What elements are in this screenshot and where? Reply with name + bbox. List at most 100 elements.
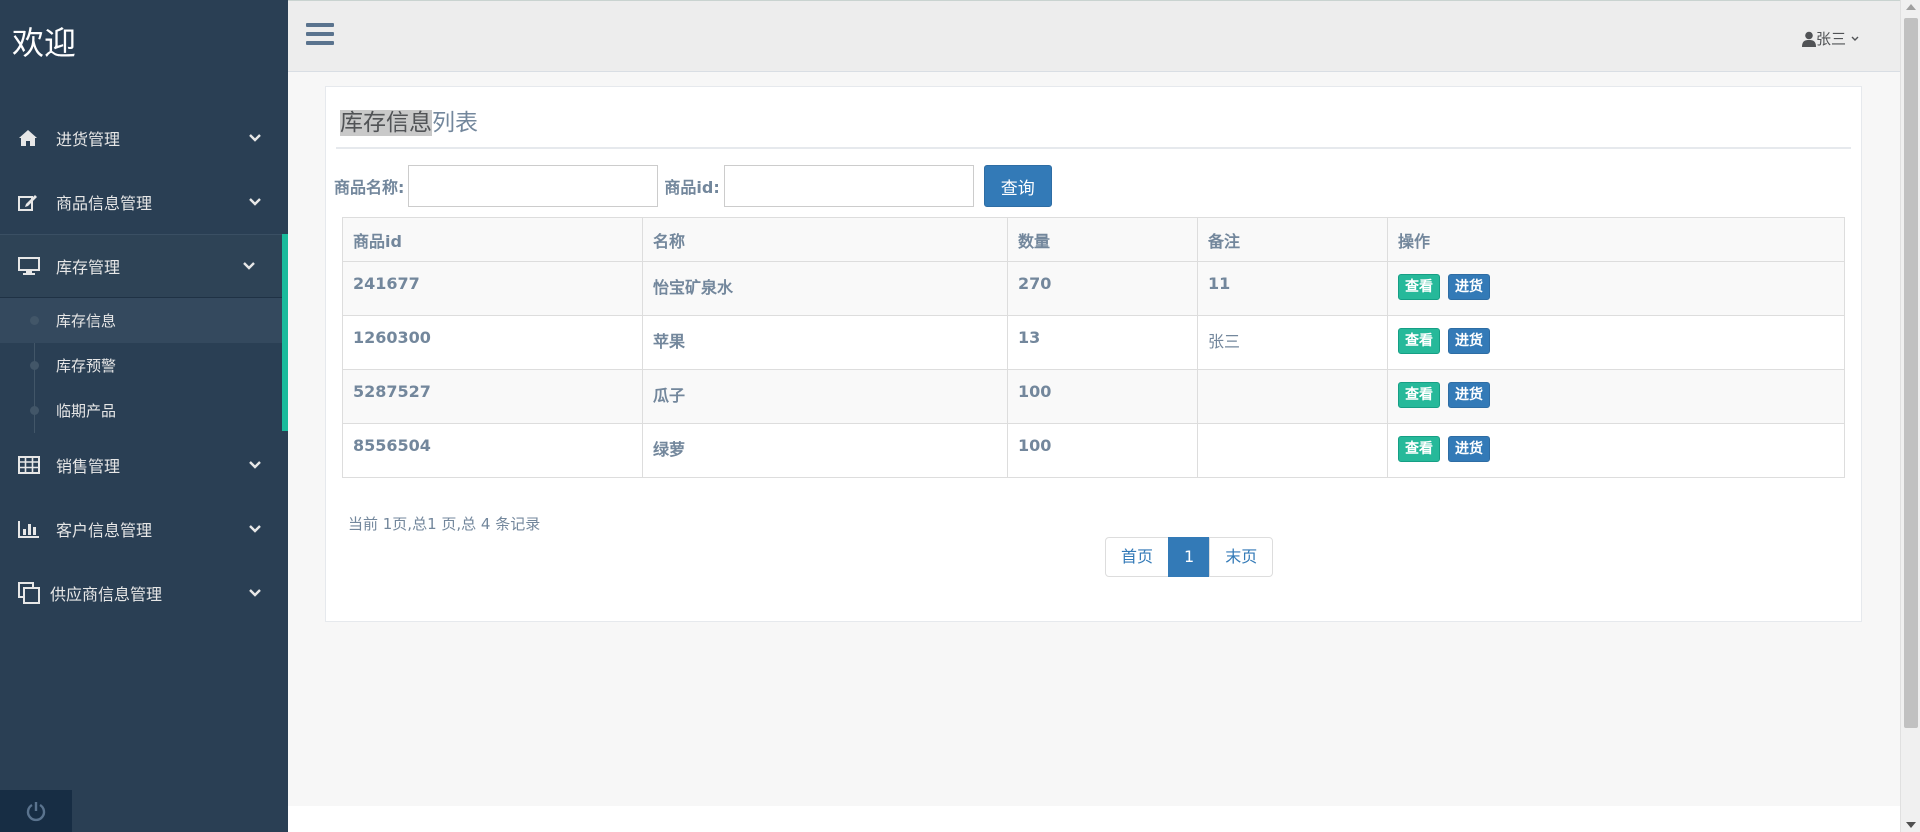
sidebar-item-label: 供应商信息管理 — [50, 585, 163, 604]
restock-button[interactable]: 进货 — [1448, 274, 1490, 300]
desktop-icon — [18, 255, 46, 277]
table-row: 241677 怡宝矿泉水 270 11 查看 进货 — [342, 261, 1845, 316]
inventory-panel: 库存信息列表 商品名称: 商品id: 查询 商品id 名称 数量 备注 操作 2… — [325, 86, 1862, 622]
product-id-label: 商品id: — [664, 178, 720, 197]
cell-id: 1260300 — [342, 315, 643, 370]
sidebar-item-purchase[interactable]: 进货管理 — [0, 106, 288, 170]
column-header-note: 备注 — [1197, 217, 1388, 262]
chevron-down-icon — [249, 461, 261, 469]
hamburger-icon — [306, 23, 334, 27]
edit-icon — [18, 191, 46, 213]
inventory-submenu: 库存信息 库存预警 临期产品 — [0, 298, 288, 433]
sidebar-item-label: 销售管理 — [56, 457, 121, 476]
page-button-current[interactable]: 1 — [1168, 537, 1211, 577]
sidebar-item-supplier-info[interactable]: 供应商信息管理 — [0, 561, 288, 625]
restock-button[interactable]: 进货 — [1448, 382, 1490, 408]
sidebar-item-product-info[interactable]: 商品信息管理 — [0, 170, 288, 234]
footer — [288, 806, 1900, 832]
view-button[interactable]: 查看 — [1398, 274, 1440, 300]
cell-id: 5287527 — [342, 369, 643, 424]
inventory-table: 商品id 名称 数量 备注 操作 241677 怡宝矿泉水 270 11 查看进… — [342, 217, 1845, 478]
sidebar-item-label: 库存管理 — [56, 258, 121, 277]
sidebar-subitem-expiring-products[interactable]: 临期产品 — [0, 388, 288, 433]
column-header-actions: 操作 — [1387, 217, 1845, 262]
cell-note: 张三 — [1197, 315, 1388, 370]
table-row: 8556504 绿萝 100 查看 进货 — [342, 423, 1845, 478]
menu-toggle-button[interactable] — [306, 23, 334, 47]
cell-name: 怡宝矿泉水 — [642, 261, 1008, 316]
scrollbar-thumb[interactable] — [1904, 18, 1918, 728]
column-header-qty: 数量 — [1007, 217, 1198, 262]
page-title: 库存信息列表 — [340, 103, 478, 137]
cell-id: 8556504 — [342, 423, 643, 478]
sidebar-item-customer-info[interactable]: 客户信息管理 — [0, 497, 288, 561]
page-title-highlight: 库存信息 — [340, 110, 432, 136]
cell-qty: 13 — [1007, 315, 1198, 370]
user-name: 张三 — [1815, 30, 1846, 48]
restock-button[interactable]: 进货 — [1448, 328, 1490, 354]
cell-actions: 查看 进货 — [1387, 261, 1845, 316]
brand-title[interactable]: 欢迎 — [0, 0, 288, 76]
chevron-down-icon — [249, 525, 261, 533]
view-button[interactable]: 查看 — [1398, 328, 1440, 354]
clone-icon — [18, 582, 42, 604]
sidebar: 欢迎 进货管理 商品信息管理 库存管理 库存信息 库存预警 临期产品 销售管理 … — [0, 0, 288, 832]
home-icon — [18, 127, 46, 149]
sidebar-subitem-inventory-info[interactable]: 库存信息 — [0, 298, 288, 343]
view-button[interactable]: 查看 — [1398, 382, 1440, 408]
cell-note — [1197, 423, 1388, 478]
view-button[interactable]: 查看 — [1398, 436, 1440, 462]
title-divider — [336, 147, 1851, 149]
first-page-button[interactable]: 首页 — [1105, 537, 1170, 577]
cell-actions: 查看 进货 — [1387, 423, 1845, 478]
search-form: 商品名称: 商品id: 查询 — [334, 165, 1052, 207]
pagination: 首页 1 末页 — [1105, 537, 1274, 577]
scroll-down-icon[interactable] — [1906, 822, 1916, 828]
cell-note: 11 — [1197, 261, 1388, 316]
cell-qty: 270 — [1007, 261, 1198, 316]
chevron-down-icon — [249, 198, 261, 206]
product-name-input[interactable] — [408, 165, 659, 207]
cell-qty: 100 — [1007, 423, 1198, 478]
page-scrollbar[interactable] — [1900, 0, 1920, 832]
user-dropdown[interactable]: 张三 — [1801, 28, 1860, 49]
chevron-down-icon — [243, 262, 255, 270]
sidebar-item-label: 进货管理 — [56, 130, 121, 149]
sidebar-item-label: 商品信息管理 — [56, 194, 153, 213]
sidebar-subitem-inventory-warning[interactable]: 库存预警 — [0, 343, 288, 388]
last-page-button[interactable]: 末页 — [1209, 537, 1274, 577]
product-id-input[interactable] — [723, 165, 974, 207]
product-name-label: 商品名称: — [334, 178, 405, 197]
sidebar-item-sales[interactable]: 销售管理 — [0, 433, 288, 497]
top-navbar: 张三 — [288, 0, 1900, 72]
inventory-group: 库存管理 库存信息 库存预警 临期产品 — [0, 234, 288, 433]
sidebar-menu: 进货管理 商品信息管理 库存管理 库存信息 库存预警 临期产品 销售管理 客户信… — [0, 106, 288, 625]
cell-name: 绿萝 — [642, 423, 1008, 478]
chevron-down-icon — [1851, 36, 1859, 41]
restock-button[interactable]: 进货 — [1448, 436, 1490, 462]
chevron-down-icon — [249, 134, 261, 142]
pagination-info: 当前 1页,总1 页,总 4 条记录 — [348, 515, 541, 533]
chevron-down-icon — [249, 589, 261, 597]
cell-name: 瓜子 — [642, 369, 1008, 424]
table-icon — [18, 454, 46, 476]
cell-qty: 100 — [1007, 369, 1198, 424]
search-button[interactable]: 查询 — [983, 165, 1052, 207]
sidebar-item-inventory[interactable]: 库存管理 — [0, 234, 288, 298]
user-icon — [1801, 31, 1816, 47]
table-header-row: 商品id 名称 数量 备注 操作 — [342, 217, 1845, 262]
cell-name: 苹果 — [642, 315, 1008, 370]
column-header-id: 商品id — [342, 217, 643, 262]
logout-button[interactable] — [0, 790, 72, 832]
cell-id: 241677 — [342, 261, 643, 316]
table-row: 1260300 苹果 13 张三 查看 进货 — [342, 315, 1845, 370]
cell-actions: 查看 进货 — [1387, 369, 1845, 424]
scroll-up-icon[interactable] — [1906, 4, 1916, 10]
page-title-rest: 列表 — [432, 110, 478, 136]
power-icon — [26, 802, 46, 822]
sidebar-item-label: 客户信息管理 — [56, 521, 153, 540]
bar-chart-icon — [18, 518, 46, 540]
table-row: 5287527 瓜子 100 查看 进货 — [342, 369, 1845, 424]
cell-actions: 查看 进货 — [1387, 315, 1845, 370]
cell-note — [1197, 369, 1388, 424]
